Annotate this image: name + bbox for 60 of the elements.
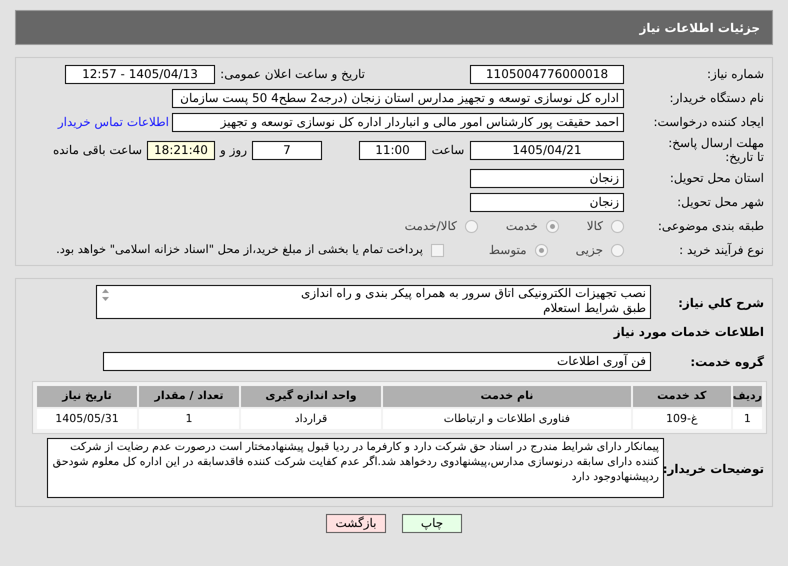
radio-button[interactable] [464, 220, 478, 232]
field-value[interactable]: اداره کل نوسازی توسعه و تجهیز مدارس استان زنجان (درجه2 سطح4 50 پست سازمان [172, 88, 624, 108]
payment-label: پرداخت تمام یا بخشی از مبلغ خرید،از محل "اسناد خزانه اسلامی" خواهد بود. [56, 241, 423, 258]
payment-checkbox[interactable] [430, 244, 444, 256]
field-value[interactable]: 1405/04/21 [470, 140, 624, 160]
table-cell: غ-109 [632, 409, 731, 429]
field-value[interactable]: 1105004776000018 [470, 64, 624, 84]
column-header: نام خدمت [383, 386, 631, 407]
radio-button[interactable] [534, 244, 548, 256]
description-line: نصب تجهیزات الکترونیکی اتاق سرور به همراه پیکر بندی و راه اندازی [301, 286, 646, 301]
description-box[interactable]: نصب تجهیزات الکترونیکی اتاق سرور به همراه پیکر بندی و راه اندازی طبق شرایط استعلام [96, 285, 651, 319]
field-label: طبقه بندی موضوعی: [658, 218, 764, 235]
radio-button[interactable] [611, 220, 624, 232]
field-label: ایجاد کننده درخواست: [653, 114, 764, 131]
field-label: مهلت ارسال پاسخ: تا تاریخ: [667, 136, 764, 164]
time-label: ساعت [430, 142, 466, 159]
table-cell: 1 [732, 409, 762, 429]
scroll-arrows-icon [101, 288, 110, 302]
field-label: نام دستگاه خریدار: [670, 90, 764, 107]
field-label: گروه خدمت: [690, 355, 764, 369]
radio-label: کالا [586, 218, 603, 235]
radio-button[interactable] [611, 244, 624, 256]
field-value[interactable]: زنجان [470, 192, 624, 212]
radio-button[interactable] [546, 220, 559, 232]
remaining-label: ساعت باقی مانده [52, 142, 142, 159]
section-title: اطلاعات خدمات مورد نیاز [612, 324, 764, 341]
field-value[interactable]: فن آوری اطلاعات [103, 352, 651, 370]
radio-label: کالا/خدمت [404, 218, 457, 235]
table-cell: 1 [139, 409, 239, 429]
table-cell: قرارداد [241, 409, 381, 429]
buyer-notes-box[interactable]: پیمانکار دارای شرایط مندرج در اسناد حق شرکت دارد و کارفرما در ردیا قبول پیشنهادمختار است درصورت عدم رضایت از شرکت کننده دارای سابقه درنوسازی مدارس،پیشنهادوی ردخواهد شد.اگر عدم کفایت شرکت کننده فاقدسابقه در این اداره کل معلوم شودحق ردپیشنهادوجود دارد [47, 438, 664, 498]
column-header: کد خدمت [632, 386, 731, 407]
back-button[interactable]: بازگشت [326, 514, 386, 533]
column-header: واحد اندازه گیری [241, 386, 381, 407]
field-label: نوع فرآیند خرید : [679, 242, 764, 259]
radio-label: متوسط [488, 242, 527, 259]
field-value[interactable]: 11:00 [359, 140, 426, 160]
field-label: توضیحات خریدار: [662, 462, 764, 476]
field-label: تاریخ و ساعت اعلان عمومی: [220, 66, 365, 83]
table-cell: فناوری اطلاعات و ارتباطات [383, 409, 631, 429]
field-value[interactable]: احمد حقیقت پور کارشناس امور مالی و انباردار اداره کل نوسازی توسعه و تجهیز [172, 112, 624, 132]
field-value[interactable]: 1405/04/13 - 12:57 [65, 64, 215, 84]
description-line: طبق شرایط استعلام [542, 301, 646, 316]
buyer-contact-link[interactable]: اطلاعات تماس خریدار [58, 113, 169, 131]
column-header: تاریخ نیاز [37, 386, 137, 407]
field-label: شرح کلي نياز: [678, 296, 764, 310]
field-label: شماره نیاز: [707, 66, 764, 83]
table-cell: 1405/05/31 [37, 409, 137, 429]
remaining-time[interactable]: 18:21:40 [147, 140, 215, 160]
field-label: استان محل تحویل: [670, 170, 764, 187]
print-button[interactable]: چاپ [402, 514, 462, 533]
field-value[interactable]: زنجان [470, 168, 624, 188]
column-header: تعداد / مقدار [139, 386, 239, 407]
radio-label: جزیی [576, 242, 603, 259]
field-label: شهر محل تحویل: [677, 194, 764, 211]
column-header: ردیف [732, 386, 762, 407]
field-value[interactable]: 7 [252, 140, 322, 160]
days-label: روز و [218, 142, 248, 159]
page-title: جزئیات اطلاعات نیاز [639, 20, 760, 36]
radio-label: خدمت [506, 218, 538, 235]
